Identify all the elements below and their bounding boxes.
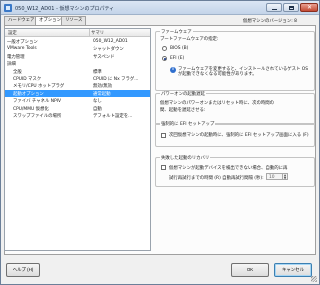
list-item-name: 起動オプション xyxy=(13,91,44,97)
vm-version-label: 仮想マシンのバージョン: 8 xyxy=(243,19,297,24)
force-efi-setup-group: 強制的に EFI セットアップ 次回仮想マシンの起動時に、強制的に EFI セッ… xyxy=(155,121,315,147)
list-item[interactable]: 全般 標準 xyxy=(5,68,150,75)
list-item[interactable]: CPU/MMU 仮想化 自動 xyxy=(5,105,150,112)
vm-properties-window: 050_W12_AD01 - 仮想マシンのプロパティ ✕ ハードウェア オプショ… xyxy=(0,0,320,285)
power-on-delay-title: パワーオンの起動遅延 xyxy=(160,91,206,97)
tab-resources[interactable]: リソース xyxy=(61,16,87,25)
list-item-name: 電力管理 xyxy=(7,54,25,60)
minimize-icon xyxy=(272,9,277,10)
list-item[interactable]: 詳細 xyxy=(5,60,150,68)
ok-button[interactable]: OK xyxy=(231,263,269,277)
failed-boot-recovery-group: 失敗した起動のリカバリ 仮想マシンが起動デバイスを検出できない場合、自動的に再 … xyxy=(155,155,315,187)
settings-list-header: 設定 サマリ xyxy=(5,29,150,37)
list-item-name: CPU/MMU 仮想化 xyxy=(13,106,49,112)
list-item-summary: 050_W12_AD01 xyxy=(93,39,128,44)
list-item-summary: 無効/無効 xyxy=(93,84,113,90)
title-bar[interactable]: 050_W12_AD01 - 仮想マシンのプロパティ ✕ xyxy=(1,1,319,15)
auto-retry-label[interactable]: 仮想マシンが起動デバイスを検出できない場合、自動的に再 xyxy=(169,165,287,171)
firmware-group: ファームウェア ブートファームウェアの指定: BIOS (B) EFI (E) … xyxy=(155,29,315,91)
column-header-summary[interactable]: サマリ xyxy=(91,30,104,36)
list-item-summary: サスペンド xyxy=(93,54,115,60)
list-item-name: CPUID マスク xyxy=(13,77,42,82)
info-icon: i xyxy=(170,67,176,73)
power-on-delay-text-line2: 間、起動を遅延させる: xyxy=(160,108,206,113)
list-item[interactable]: VMware Tools シャットダウン xyxy=(5,45,150,53)
firmware-group-title: ファームウェア xyxy=(160,29,193,35)
resize-grip-icon[interactable] xyxy=(311,276,317,282)
cancel-button[interactable]: キャンセル xyxy=(274,263,312,277)
list-item-summary: 自動 xyxy=(93,106,102,112)
list-item-summary: 標準 xyxy=(93,69,102,75)
help-button[interactable]: ヘルプ (H) xyxy=(6,263,40,277)
list-item-name: 一般オプション xyxy=(7,40,38,45)
list-item-name: メモリ/CPU ホットプラグ xyxy=(13,84,65,90)
firmware-warning: ファームウェアを変更すると、インストールされているゲスト OS が起動できなくな… xyxy=(178,67,309,78)
maximize-button[interactable] xyxy=(283,3,299,12)
list-item-name: 詳細 xyxy=(7,62,16,68)
list-item[interactable]: CPUID マスク CPUID に Nx フラグ... xyxy=(5,75,150,82)
force-efi-setup-checkbox[interactable] xyxy=(161,133,166,138)
list-item-summary: 通常起動 xyxy=(93,91,111,97)
tab-hardware[interactable]: ハードウェア xyxy=(4,16,39,25)
list-item-summary: なし xyxy=(93,99,102,105)
column-header-setting[interactable]: 設定 xyxy=(8,30,17,36)
retry-interval-stepper[interactable]: 10 ▲ ▼ xyxy=(266,173,288,180)
window-title: 050_W12_AD01 - 仮想マシンのプロパティ xyxy=(15,6,115,12)
close-button[interactable]: ✕ xyxy=(300,3,318,12)
force-efi-setup-label[interactable]: 次回仮想マシンの起動時に、強制的に EFI セットアップ画面に入る (F) xyxy=(169,133,311,138)
maximize-icon xyxy=(289,6,294,10)
list-item-summary: CPUID に Nx フラグ... xyxy=(93,77,139,82)
vm-properties-icon xyxy=(4,4,12,12)
efi-radio-label[interactable]: EFI (E) xyxy=(170,56,184,61)
settings-list[interactable]: 設定 サマリ 一般オプション 050_W12_AD01 VMware Tools… xyxy=(4,28,151,251)
minimize-button[interactable] xyxy=(266,3,282,12)
failed-boot-recovery-title: 失敗した起動のリカバリ xyxy=(160,155,211,161)
auto-retry-checkbox[interactable] xyxy=(161,165,166,170)
bios-radio[interactable] xyxy=(162,46,167,51)
list-item-name: スワップファイルの場所 xyxy=(13,114,62,119)
retry-interval-value: 10 xyxy=(269,174,275,180)
list-item-boot-options[interactable]: 起動オプション 通常起動 xyxy=(5,89,150,98)
close-icon: ✕ xyxy=(307,4,313,11)
bios-radio-label[interactable]: BIOS (B) xyxy=(170,46,188,51)
list-item[interactable]: スワップファイルの場所 デフォルト設定を... xyxy=(5,112,150,119)
list-item-name: ファイバ チャネル NPIV xyxy=(13,99,62,105)
list-item[interactable]: メモリ/CPU ホットプラグ 無効/無効 xyxy=(5,82,150,90)
power-on-delay-text-line1: 仮想マシンのパワーオンまたはリセット時に、次の時間の xyxy=(160,101,275,106)
list-item-summary: シャットダウン xyxy=(93,47,124,53)
force-efi-setup-title: 強制的に EFI セットアップ xyxy=(160,121,216,127)
spinner-arrows-icon[interactable]: ▲ ▼ xyxy=(282,174,287,179)
list-item[interactable]: ファイバ チャネル NPIV なし xyxy=(5,97,150,105)
list-item-summary: デフォルト設定を... xyxy=(93,114,133,119)
list-item[interactable]: 一般オプション 050_W12_AD01 xyxy=(5,38,150,45)
retry-interval-label: 試行再試行までの時間 (R) 自動再試行間隔 (秒): xyxy=(169,176,264,181)
column-separator[interactable] xyxy=(89,29,90,37)
list-item[interactable]: 電力管理 サスペンド xyxy=(5,53,150,60)
list-item-name: 全般 xyxy=(13,69,22,75)
efi-radio[interactable] xyxy=(162,56,167,61)
list-item-name: VMware Tools xyxy=(7,46,37,52)
firmware-prompt: ブートファームウェアの指定: xyxy=(160,37,219,42)
